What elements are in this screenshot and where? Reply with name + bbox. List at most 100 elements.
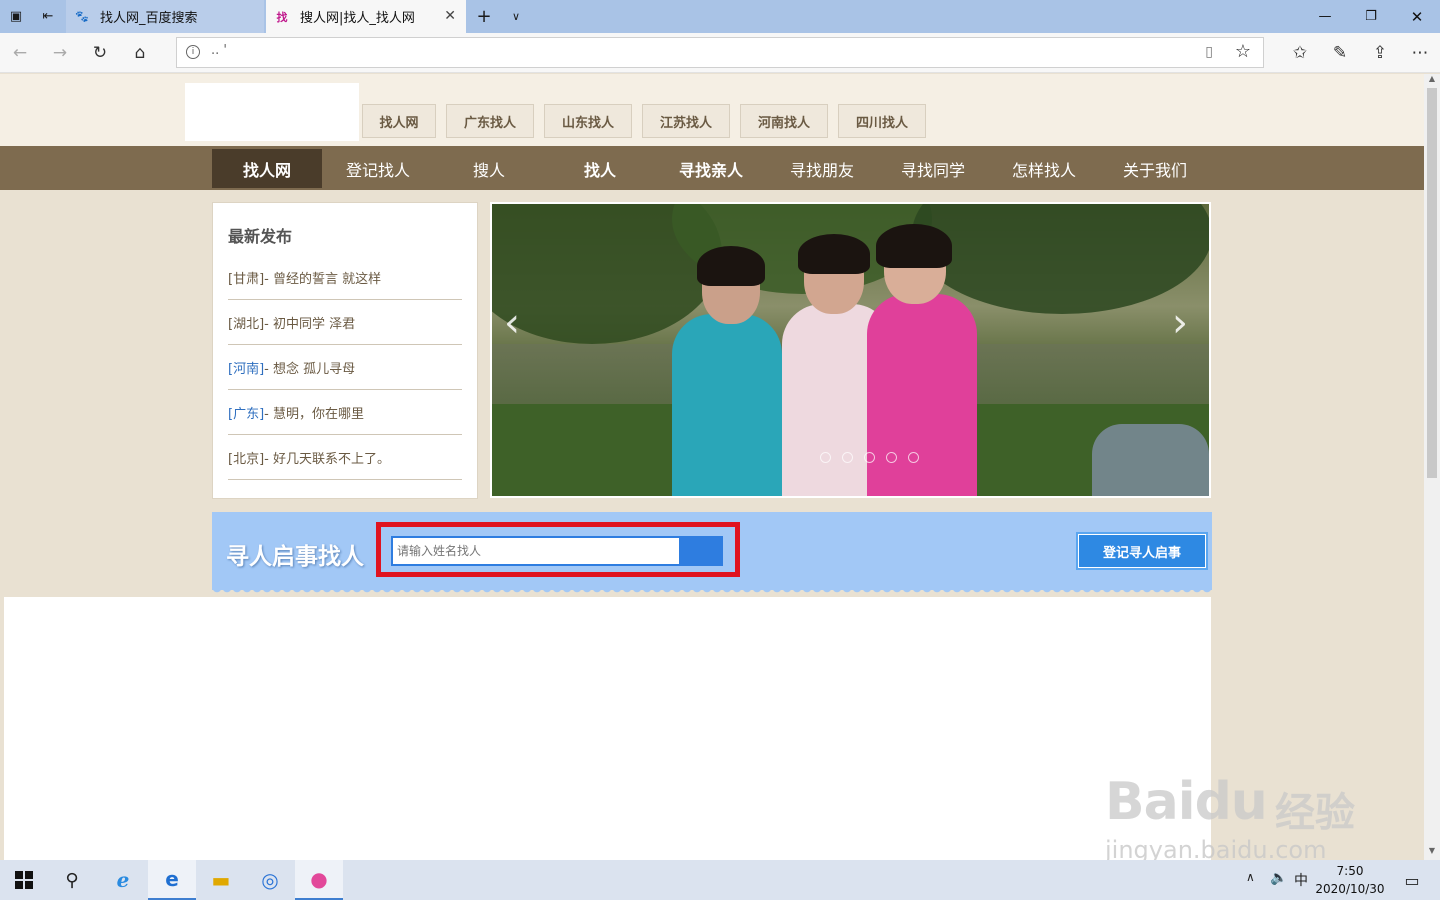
content-placeholder — [4, 597, 1211, 860]
start-icon[interactable] — [0, 860, 48, 900]
volume-icon[interactable]: 🔈 — [1270, 870, 1287, 886]
browser-tab-bar: ▣ ⇤ 🐾 找人网_百度搜索 找 搜人网|找人_找人网 ✕ + ∨ — ❐ ✕ — [0, 0, 1440, 33]
share-icon[interactable]: ⇪ — [1360, 33, 1400, 73]
area-link-guangdong[interactable]: 广东找人 — [446, 104, 534, 138]
site-favicon-icon: 找 — [276, 10, 288, 24]
tab-manager-icon[interactable]: ▣ — [0, 0, 32, 33]
address-url[interactable]: .. ' — [211, 43, 227, 58]
forward-icon[interactable]: → — [40, 33, 80, 73]
carousel-dot[interactable] — [908, 452, 919, 463]
area-link-shandong[interactable]: 山东找人 — [544, 104, 632, 138]
search-button[interactable] — [679, 538, 721, 564]
tab-title: 找人网_百度搜索 — [100, 11, 198, 26]
nav-item-find-friends[interactable]: 寻找朋友 — [767, 149, 877, 188]
nav-item-search-person[interactable]: 搜人 — [434, 149, 544, 188]
nav-item-find-classmates[interactable]: 寻找同学 — [878, 149, 988, 188]
news-region[interactable]: [北京] — [228, 448, 264, 467]
browser-icon[interactable]: ◎ — [246, 860, 294, 900]
clock-time: 7:50 — [1336, 864, 1364, 878]
file-explorer-icon[interactable]: ▬ — [197, 860, 245, 900]
scroll-thumb[interactable] — [1427, 88, 1437, 478]
windows-taskbar: ⚲ ℯ e ▬ ◎ ● ∧ 🔈 中 7:50 2020/10/30 ▭ — [0, 860, 1440, 900]
zigzag-edge — [212, 588, 1212, 596]
address-bar[interactable]: i .. ' ▯ ☆ — [176, 37, 1264, 68]
minimize-icon[interactable]: — — [1302, 0, 1348, 33]
new-tab-icon[interactable]: + — [468, 0, 500, 33]
news-region[interactable]: [甘肃] — [228, 268, 264, 287]
notification-icon[interactable]: ▭ — [1392, 860, 1432, 900]
clock[interactable]: 7:50 2020/10/30 — [1312, 862, 1388, 898]
area-link-henan[interactable]: 河南找人 — [740, 104, 828, 138]
site-info-icon[interactable]: i — [186, 45, 200, 59]
tab-title: 搜人网|找人_找人网 — [300, 11, 415, 26]
image-carousel[interactable]: ‹ › — [490, 202, 1211, 498]
close-window-icon[interactable]: ✕ — [1394, 0, 1440, 33]
close-tab-icon[interactable]: ✕ — [444, 8, 456, 24]
home-icon[interactable]: ⌂ — [120, 33, 160, 73]
news-text[interactable]: - 好几天联系不上了。 — [264, 448, 390, 467]
carousel-dot[interactable] — [886, 452, 897, 463]
nav-item-find-person[interactable]: 找人 — [545, 149, 655, 188]
nav-item-home[interactable]: 找人网 — [212, 149, 322, 188]
carousel-dot[interactable] — [864, 452, 875, 463]
scroll-down-icon[interactable]: ▼ — [1424, 846, 1440, 860]
app-drop-icon[interactable]: ● — [295, 860, 343, 900]
web-page: 找人网 广东找人 山东找人 江苏找人 河南找人 四川找人 找人网 登记找人 搜人… — [0, 74, 1424, 860]
site-logo[interactable] — [185, 83, 359, 141]
list-item[interactable]: [河南] - 想念 孤儿寻母 — [228, 345, 462, 390]
carousel-prev-icon[interactable]: ‹ — [504, 300, 520, 346]
news-text[interactable]: - 曾经的誓言 就这样 — [264, 268, 381, 287]
nav-item-about[interactable]: 关于我们 — [1100, 149, 1210, 188]
favorite-star-icon[interactable]: ☆ — [1235, 41, 1251, 62]
baidu-paw-icon: 🐾 — [75, 10, 89, 23]
nav-item-find-relatives[interactable]: 寻找亲人 — [656, 149, 766, 188]
tray-chevron-icon[interactable]: ∧ — [1246, 870, 1255, 884]
nav-item-register[interactable]: 登记找人 — [323, 149, 433, 188]
carousel-next-icon[interactable]: › — [1172, 300, 1188, 346]
area-link-zhaorenwang[interactable]: 找人网 — [362, 104, 436, 138]
list-item[interactable]: [甘肃] - 曾经的誓言 就这样 — [228, 255, 462, 300]
refresh-icon[interactable]: ↻ — [80, 33, 120, 73]
search-title: 寻人启事找人 — [226, 544, 364, 570]
list-item[interactable]: [北京] - 好几天联系不上了。 — [228, 435, 462, 480]
list-item[interactable]: [广东] - 慧明，你在哪里 — [228, 390, 462, 435]
search-icon[interactable]: ⚲ — [48, 860, 96, 900]
tab-baidu-search[interactable]: 🐾 找人网_百度搜索 — [66, 0, 264, 33]
carousel-dot[interactable] — [820, 452, 831, 463]
favorites-hub-icon[interactable]: ✩ — [1280, 33, 1320, 73]
news-region[interactable]: [河南] — [228, 358, 264, 377]
browser-nav-bar: ← → ↻ ⌂ i .. ' ▯ ☆ ✩ ✎ ⇪ ⋯ — [0, 33, 1440, 73]
search-band: 寻人启事找人 登记寻人启事 — [212, 512, 1212, 596]
back-icon[interactable]: ← — [0, 33, 40, 73]
page-scrollbar[interactable]: ▲ ▼ — [1424, 74, 1440, 860]
register-notice-button[interactable]: 登记寻人启事 — [1076, 532, 1208, 570]
site-header: 找人网 广东找人 山东找人 江苏找人 河南找人 四川找人 — [0, 74, 1424, 146]
area-link-sichuan[interactable]: 四川找人 — [838, 104, 926, 138]
carousel-dot[interactable] — [842, 452, 853, 463]
search-input[interactable] — [397, 541, 677, 561]
tab-zhaoren[interactable]: 找 搜人网|找人_找人网 ✕ — [266, 0, 466, 33]
search-box — [391, 536, 723, 566]
news-text[interactable]: - 慧明，你在哪里 — [264, 403, 364, 422]
tab-preview-chevron-icon[interactable]: ∨ — [500, 0, 532, 33]
internet-explorer-icon[interactable]: ℯ — [99, 860, 147, 900]
clock-date: 2020/10/30 — [1315, 882, 1385, 896]
list-item[interactable]: [湖北] - 初中同学 泽君 — [228, 300, 462, 345]
reading-view-icon[interactable]: ▯ — [1205, 44, 1213, 60]
news-region[interactable]: [广东] — [228, 403, 264, 422]
more-menu-icon[interactable]: ⋯ — [1400, 33, 1440, 73]
latest-posts-panel: 最新发布 [甘肃] - 曾经的誓言 就这样 [湖北] - 初中同学 泽君 [河南… — [212, 202, 478, 499]
edge-icon[interactable]: e — [148, 860, 196, 900]
ime-indicator[interactable]: 中 — [1294, 870, 1308, 890]
scroll-up-icon[interactable]: ▲ — [1424, 74, 1440, 88]
news-text[interactable]: - 初中同学 泽君 — [264, 313, 355, 332]
area-link-jiangsu[interactable]: 江苏找人 — [642, 104, 730, 138]
news-text[interactable]: - 想念 孤儿寻母 — [264, 358, 355, 377]
restore-icon[interactable]: ❐ — [1348, 0, 1394, 33]
web-note-icon[interactable]: ✎ — [1320, 33, 1360, 73]
main-navigation: 找人网 登记找人 搜人 找人 寻找亲人 寻找朋友 寻找同学 怎样找人 关于我们 — [0, 146, 1424, 190]
news-region[interactable]: [湖北] — [228, 313, 264, 332]
latest-posts-title: 最新发布 — [228, 227, 293, 246]
nav-item-how-to[interactable]: 怎样找人 — [989, 149, 1099, 188]
set-tabs-aside-icon[interactable]: ⇤ — [32, 0, 64, 33]
